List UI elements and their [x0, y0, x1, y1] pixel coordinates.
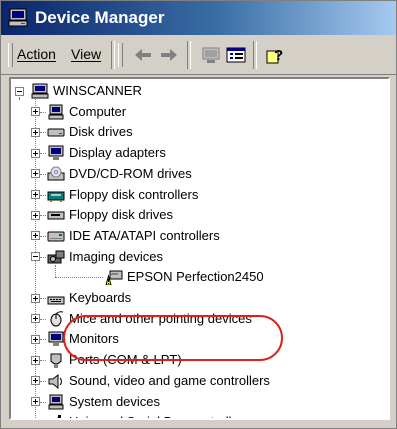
tree-connector-line	[55, 264, 56, 278]
tree-connector-line	[40, 298, 46, 299]
expand-icon[interactable]	[31, 107, 40, 117]
expand-icon[interactable]	[31, 210, 40, 220]
expand-icon[interactable]	[31, 293, 40, 303]
tree-item-label[interactable]: System devices	[69, 394, 160, 409]
root-computer-icon	[31, 83, 49, 99]
tree-item-label[interactable]: Disk drives	[69, 124, 133, 139]
ide-controller-icon	[47, 228, 65, 244]
tree-connector-line	[40, 215, 46, 217]
warning-scanner-icon	[105, 269, 123, 286]
tree-item-label-epson[interactable]: EPSON Perfection2450	[127, 269, 264, 284]
tree-connector-line	[40, 173, 46, 175]
window-title: Device Manager	[35, 8, 165, 27]
tree-connector-line	[40, 339, 46, 341]
tree-connector-line	[40, 256, 46, 258]
collapse-icon[interactable]	[31, 252, 40, 262]
expand-icon[interactable]	[31, 127, 40, 137]
mouse-icon	[47, 310, 65, 327]
expand-icon[interactable]	[31, 334, 40, 344]
toolbar-separator	[111, 41, 115, 69]
expand-icon[interactable]	[31, 376, 40, 386]
highlight-ring	[63, 315, 283, 361]
menu-action[interactable]: Action	[17, 46, 56, 62]
expand-icon[interactable]	[31, 355, 40, 365]
details-view-button[interactable]	[225, 44, 247, 66]
tree-connector-line	[40, 235, 46, 237]
tree-item-label[interactable]: Sound, video and game controllers	[69, 373, 270, 388]
svg-text:?: ?	[274, 47, 283, 64]
tree-connector-line	[19, 97, 20, 99]
tree-connector-line	[40, 194, 46, 196]
cd-drive-icon	[47, 166, 65, 182]
expand-icon[interactable]	[31, 169, 40, 179]
toolbar-grip[interactable]	[118, 43, 123, 67]
forward-button[interactable]	[158, 44, 180, 66]
tree-item-label[interactable]: Keyboards	[69, 290, 131, 305]
details-view-icon	[226, 47, 246, 63]
toolbar-separator	[187, 41, 191, 69]
expand-icon[interactable]	[31, 231, 40, 241]
tree-item-label[interactable]: Floppy disk drives	[69, 207, 173, 222]
expand-icon[interactable]	[31, 397, 40, 406]
menu-view[interactable]: View	[71, 46, 101, 62]
usb-icon	[47, 414, 65, 418]
floppy-controller-icon	[47, 187, 65, 203]
computer-properties-icon	[202, 47, 220, 63]
camera-icon	[47, 249, 65, 265]
computer-icon	[47, 104, 65, 120]
back-button[interactable]	[132, 44, 154, 66]
toolbar-separator	[253, 41, 257, 69]
tree-connector-line	[40, 111, 46, 113]
port-icon	[47, 352, 65, 369]
keyboard-icon	[47, 290, 65, 306]
tree-item-label[interactable]: IDE ATA/ATAPI controllers	[69, 228, 220, 243]
tree-connector-line	[40, 132, 46, 134]
computer-icon	[47, 394, 65, 410]
floppy-drive-icon	[47, 207, 65, 223]
tree-connector-line	[40, 360, 46, 362]
speaker-icon	[47, 373, 65, 389]
tree-root-label[interactable]: WINSCANNER	[53, 83, 142, 98]
tree-connector-line	[40, 318, 46, 320]
expand-icon[interactable]	[31, 417, 40, 418]
title-bar[interactable]: Device Manager	[1, 1, 396, 35]
toolbar-grip[interactable]	[8, 43, 13, 67]
device-manager-icon	[8, 8, 28, 27]
menu-toolbar: Action View ?	[1, 35, 396, 75]
forward-arrow-icon	[161, 49, 177, 61]
tree-connector-line	[40, 380, 46, 382]
tree-item-label[interactable]: DVD/CD-ROM drives	[69, 166, 192, 181]
tree-item-label[interactable]: Imaging devices	[69, 249, 163, 264]
collapse-icon[interactable]	[15, 86, 24, 96]
properties-button[interactable]	[200, 44, 222, 66]
tree-item-label[interactable]: Floppy disk controllers	[69, 187, 198, 202]
monitor-icon	[47, 145, 65, 161]
tree-connector-line	[55, 277, 103, 279]
tree-item-label[interactable]: Computer	[69, 104, 126, 119]
disk-drive-icon	[47, 124, 65, 140]
device-tree[interactable]: WINSCANNER Computer Disk drives Display ada…	[9, 77, 390, 420]
help-button[interactable]: ?	[264, 44, 286, 66]
tree-item-label[interactable]: Display adapters	[69, 145, 166, 160]
back-arrow-icon	[135, 49, 151, 61]
expand-icon[interactable]	[31, 314, 40, 324]
expand-icon[interactable]	[31, 148, 40, 158]
tree-item-label[interactable]: Universal Serial Bus controllers	[69, 414, 250, 418]
expand-icon[interactable]	[31, 190, 40, 199]
help-icon: ?	[266, 47, 283, 64]
tree-connector-line	[40, 153, 46, 155]
tree-connector-line	[40, 401, 46, 403]
device-manager-window: Device Manager Action View ? WINSCANNER …	[0, 0, 397, 429]
